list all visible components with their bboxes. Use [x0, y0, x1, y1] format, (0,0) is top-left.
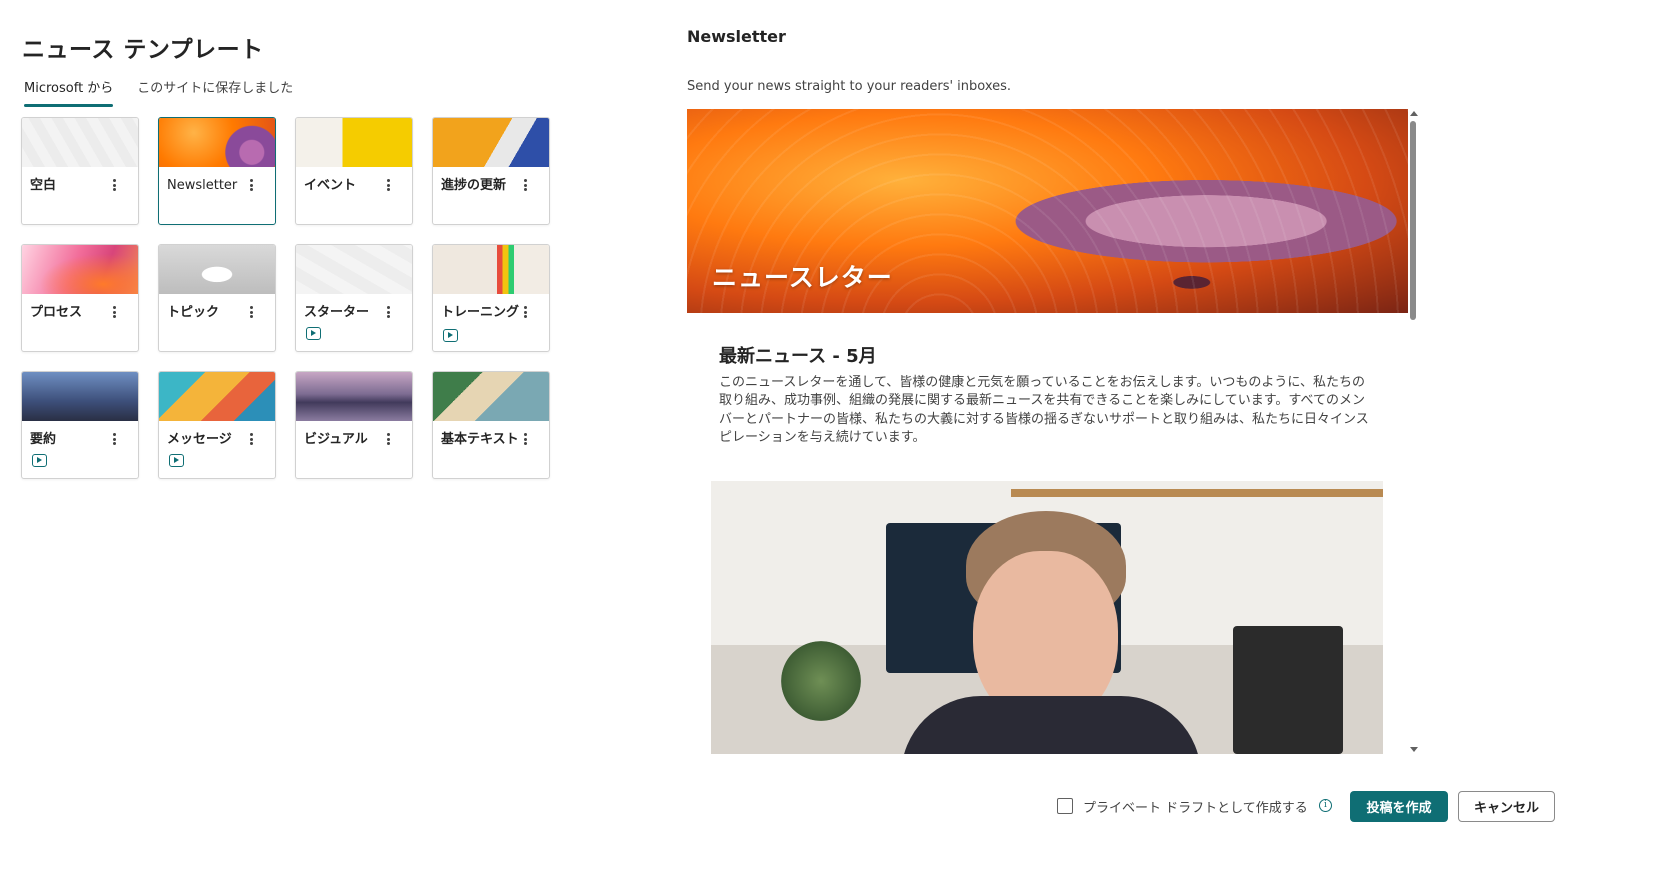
- template-label: 空白: [30, 178, 57, 193]
- more-options-icon[interactable]: [382, 305, 394, 319]
- template-label: メッセージ: [167, 432, 232, 447]
- template-label: 基本テキスト: [441, 432, 519, 447]
- template-thumbnail: [22, 372, 138, 421]
- template-label: ビジュアル: [304, 432, 368, 447]
- template-card-training[interactable]: トレーニング: [432, 244, 550, 352]
- more-options-icon[interactable]: [245, 305, 257, 319]
- template-card-basic-text[interactable]: 基本テキスト: [432, 371, 550, 479]
- template-thumbnail: [433, 245, 549, 294]
- template-card-summary[interactable]: 要約: [21, 371, 139, 479]
- scroll-down-icon[interactable]: [1410, 747, 1418, 752]
- template-label: トレーニング: [441, 305, 520, 320]
- template-label: イベント: [304, 178, 357, 193]
- preview-description: Send your news straight to your readers'…: [687, 79, 1012, 94]
- more-options-icon[interactable]: [108, 305, 120, 319]
- page-title: ニュース テンプレート: [22, 37, 264, 63]
- template-thumbnail: [296, 118, 412, 167]
- create-post-button[interactable]: 投稿を作成: [1350, 791, 1448, 822]
- more-options-icon[interactable]: [519, 305, 531, 319]
- more-options-icon[interactable]: [245, 178, 257, 192]
- preview-title: Newsletter: [687, 27, 786, 46]
- article-body: このニュースレターを通して、皆様の健康と元気を願っていることをお伝えします。いつ…: [719, 375, 1369, 445]
- more-options-icon[interactable]: [108, 178, 120, 192]
- info-icon[interactable]: i: [1319, 799, 1332, 812]
- template-thumbnail: [296, 245, 412, 294]
- more-options-icon[interactable]: [519, 432, 531, 446]
- hero-title: ニュースレター: [712, 263, 893, 292]
- template-card-starter[interactable]: スターター: [295, 244, 413, 352]
- template-thumbnail: [433, 372, 549, 421]
- template-card-progress-update[interactable]: 進捗の更新: [432, 117, 550, 225]
- tab-saved-on-this-site[interactable]: このサイトに保存しました: [137, 77, 293, 107]
- scroll-thumb[interactable]: [1410, 121, 1416, 320]
- template-card-newsletter[interactable]: Newsletter: [158, 117, 276, 225]
- template-thumbnail: [159, 245, 275, 294]
- template-thumbnail: [159, 372, 275, 421]
- template-card-blank[interactable]: 空白: [21, 117, 139, 225]
- video-play-icon: [443, 329, 458, 342]
- tab-from-microsoft[interactable]: Microsoft から: [24, 77, 114, 107]
- video-play-icon: [306, 327, 321, 340]
- template-label: 要約: [30, 432, 57, 447]
- template-grid: 空白 Newsletter イベント 進捗の更新 プロセス トピック スターター…: [21, 117, 550, 479]
- template-label: 進捗の更新: [441, 178, 507, 193]
- hero-image: ニュースレター: [687, 109, 1408, 313]
- template-preview[interactable]: ニュースレター 最新ニュース - 5月 このニュースレターを通して、皆様の健康と…: [687, 109, 1408, 754]
- template-card-visual[interactable]: ビジュアル: [295, 371, 413, 479]
- video-play-icon: [32, 454, 47, 467]
- cancel-button[interactable]: キャンセル: [1458, 791, 1555, 822]
- template-thumbnail: [433, 118, 549, 167]
- template-label: トピック: [167, 305, 220, 320]
- video-play-icon: [169, 454, 184, 467]
- template-card-topic[interactable]: トピック: [158, 244, 276, 352]
- preview-scrollbar[interactable]: [1408, 109, 1420, 754]
- template-label: プロセス: [30, 305, 83, 320]
- template-label: スターター: [304, 305, 370, 320]
- more-options-icon[interactable]: [382, 178, 394, 192]
- more-options-icon[interactable]: [519, 178, 531, 192]
- more-options-icon[interactable]: [245, 432, 257, 446]
- template-source-tabs: Microsoft から このサイトに保存しました: [24, 77, 293, 107]
- template-label: Newsletter: [167, 178, 238, 193]
- template-thumbnail: [296, 372, 412, 421]
- template-thumbnail: [159, 118, 275, 167]
- private-draft-checkbox[interactable]: [1057, 798, 1073, 814]
- more-options-icon[interactable]: [382, 432, 394, 446]
- private-draft-label: プライベート ドラフトとして作成する: [1083, 801, 1308, 816]
- article-heading: 最新ニュース - 5月: [719, 346, 877, 367]
- template-card-message[interactable]: メッセージ: [158, 371, 276, 479]
- article-photo: [711, 481, 1383, 754]
- scroll-up-icon[interactable]: [1410, 111, 1418, 116]
- more-options-icon[interactable]: [108, 432, 120, 446]
- template-card-event[interactable]: イベント: [295, 117, 413, 225]
- template-card-process[interactable]: プロセス: [21, 244, 139, 352]
- template-thumbnail: [22, 118, 138, 167]
- template-thumbnail: [22, 245, 138, 294]
